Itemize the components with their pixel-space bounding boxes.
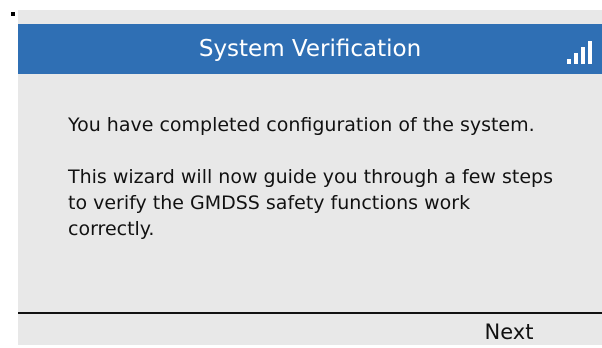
page-title: System Verification: [198, 36, 422, 62]
footer-divider: [18, 312, 602, 314]
next-button[interactable]: Next: [464, 316, 554, 348]
completion-message: You have completed configuration of the …: [68, 114, 535, 136]
verification-instructions: This wizard will now guide you through a…: [68, 166, 553, 240]
corner-marker: [11, 12, 15, 16]
wizard-screen: System Verification You have completed c…: [18, 10, 602, 345]
signal-strength-icon: [567, 41, 592, 64]
wizard-message: You have completed configuration of the …: [68, 112, 558, 242]
title-bar: System Verification: [18, 24, 602, 74]
